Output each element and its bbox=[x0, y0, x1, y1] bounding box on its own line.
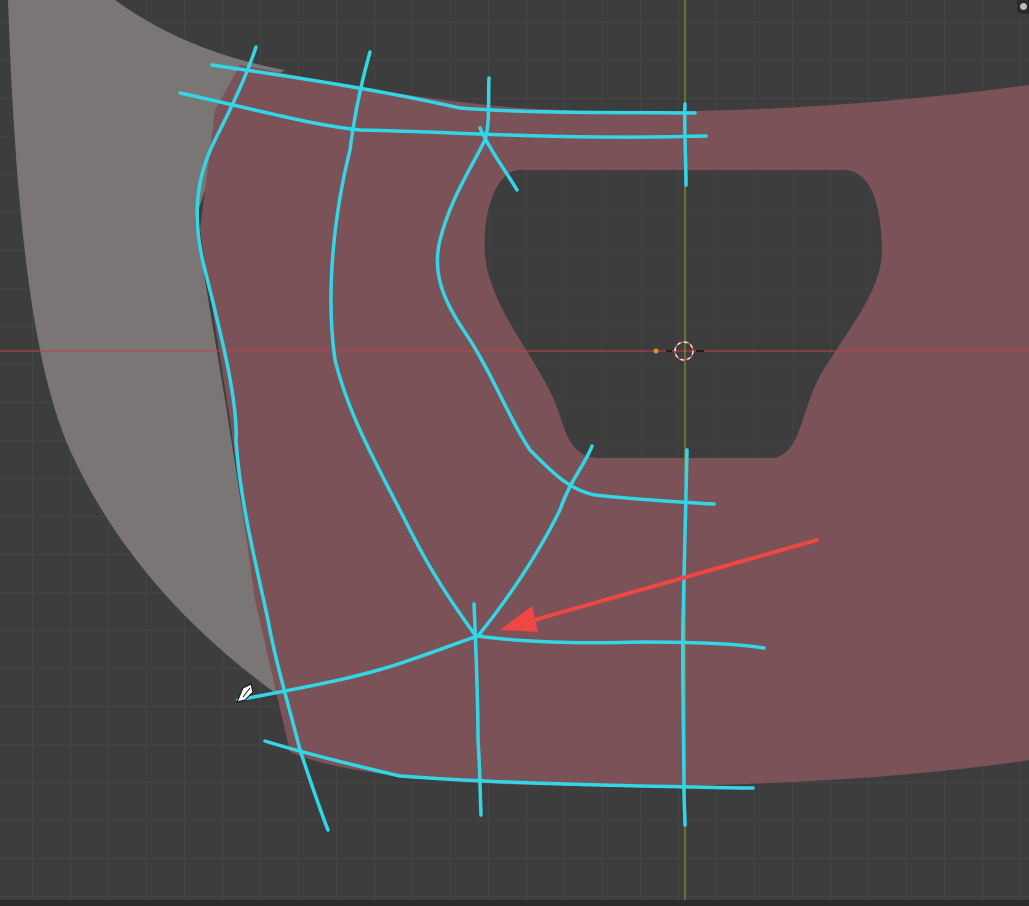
navigation-gizmo-icon[interactable] bbox=[1017, 0, 1029, 14]
3d-viewport[interactable] bbox=[0, 0, 1029, 906]
origin-dot bbox=[653, 348, 659, 354]
viewport-bottom-edge bbox=[0, 900, 1029, 906]
